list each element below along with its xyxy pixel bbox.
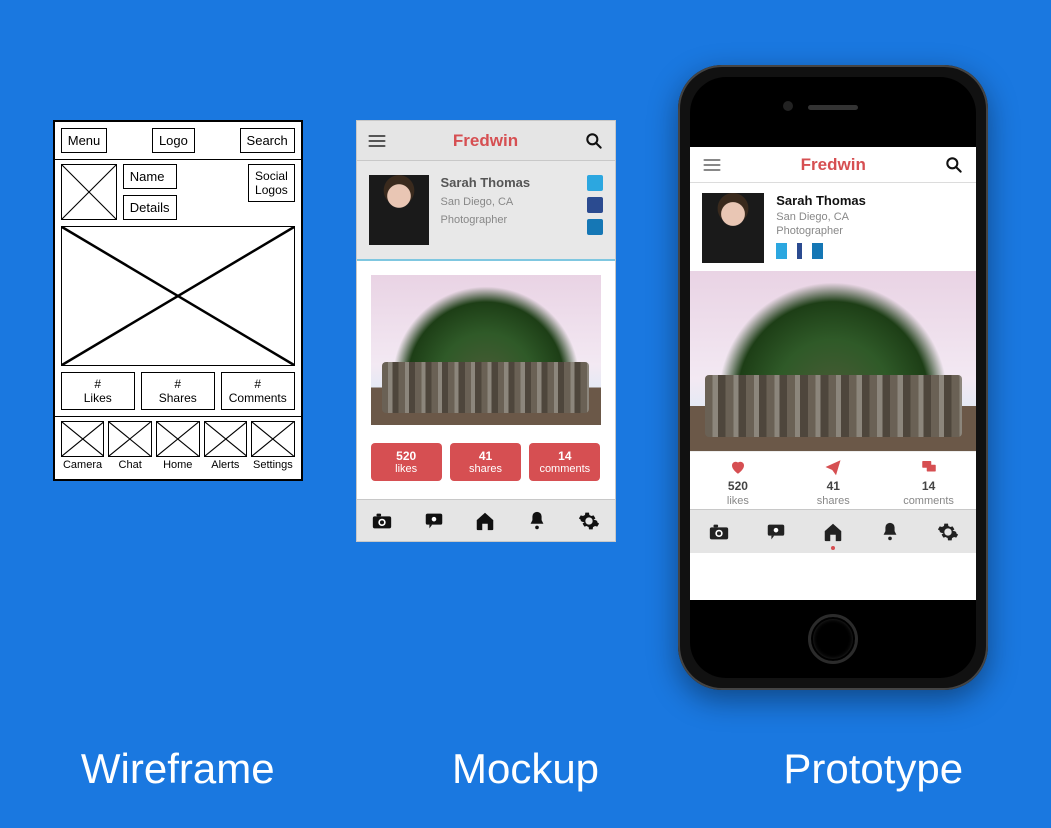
phone-speaker-area [690,77,976,147]
twitter-icon[interactable]: ✔ [776,243,787,259]
wf-likes-box: # Likes [61,372,135,410]
home-icon[interactable] [822,521,844,543]
mock-avatar [369,175,429,245]
mock-logo: Fredwin [453,131,518,151]
wf-nav-settings: Settings [251,421,295,471]
wf-comments-box: # Comments [221,372,295,410]
bell-icon[interactable] [526,510,548,532]
prototype-screen: Fredwin Sarah Thomas San Diego, CA Photo… [690,147,976,600]
proto-stats-row: 520likes 41shares 14comments [690,451,976,509]
proto-feed-photo [690,271,976,451]
wf-shares-box: # Shares [141,372,215,410]
proto-user-location: San Diego, CA [776,211,866,223]
mock-header: Fredwin [357,121,615,161]
proto-likes[interactable]: 520likes [690,452,785,509]
chat-icon[interactable] [423,510,445,532]
facebook-icon[interactable] [587,197,603,213]
bell-icon[interactable] [879,521,901,543]
chat-icon[interactable] [765,521,787,543]
proto-user-name: Sarah Thomas [776,193,866,208]
mock-profile-card: Sarah Thomas San Diego, CA Photographer [357,161,615,261]
caption-row: Wireframe Mockup Prototype [0,745,1051,793]
mockup-panel: Fredwin Sarah Thomas San Diego, CA Photo… [356,120,616,542]
mock-user-name: Sarah Thomas [441,175,575,190]
caption-mockup: Mockup [356,745,696,793]
phone-home-button[interactable] [808,614,858,664]
proto-shares[interactable]: 41shares [786,452,881,509]
phone-home-button-area [690,600,976,678]
mock-user-role: Photographer [441,214,575,226]
comparison-stage: Menu Logo Search Name Details Social Log… [0,120,1051,690]
gear-icon[interactable] [578,510,600,532]
wf-avatar-placeholder [61,164,117,220]
gear-icon[interactable] [937,521,959,543]
wf-nav-chat: Chat [108,421,152,471]
home-icon[interactable] [474,510,496,532]
wf-details-box: Details [123,195,177,220]
proto-logo: Fredwin [801,155,866,175]
mock-user-location: San Diego, CA [441,196,575,208]
caption-prototype: Prototype [703,745,1043,793]
proto-header: Fredwin [690,147,976,183]
camera-icon[interactable] [371,510,393,532]
mock-tabbar [357,499,615,541]
proto-user-role: Photographer [776,225,866,237]
proto-profile-card: Sarah Thomas San Diego, CA Photographer … [690,183,976,271]
linkedin-icon[interactable] [587,219,603,235]
wf-name-box: Name [123,164,177,189]
wf-search-box: Search [240,128,295,153]
wf-main-image-placeholder [61,226,295,366]
linkedin-icon[interactable]: in [812,243,824,259]
mock-likes-button[interactable]: 520likes [371,443,442,481]
search-icon[interactable] [584,131,604,151]
wf-social-box: Social Logos [248,164,295,202]
proto-tabbar [690,509,976,553]
wf-logo-box: Logo [152,128,195,153]
proto-comments[interactable]: 14comments [881,452,976,509]
wf-nav-home: Home [156,421,200,471]
prototype-phone-frame: Fredwin Sarah Thomas San Diego, CA Photo… [678,65,988,690]
send-icon [824,458,842,476]
wf-nav-alerts: Alerts [204,421,248,471]
comment-icon [920,458,938,476]
facebook-icon[interactable]: f [797,243,801,259]
wf-menu-box: Menu [61,128,108,153]
hamburger-icon[interactable] [702,155,722,175]
search-icon[interactable] [944,155,964,175]
caption-wireframe: Wireframe [8,745,348,793]
proto-avatar [702,193,764,263]
camera-icon[interactable] [708,521,730,543]
wf-nav-camera: Camera [61,421,105,471]
tab-indicator-dot [831,546,835,550]
wireframe-panel: Menu Logo Search Name Details Social Log… [53,120,303,481]
mock-feed-photo [371,275,601,425]
mock-shares-button[interactable]: 41shares [450,443,521,481]
hamburger-icon[interactable] [367,131,387,151]
mock-comments-button[interactable]: 14comments [529,443,600,481]
heart-icon [729,458,747,476]
twitter-icon[interactable] [587,175,603,191]
